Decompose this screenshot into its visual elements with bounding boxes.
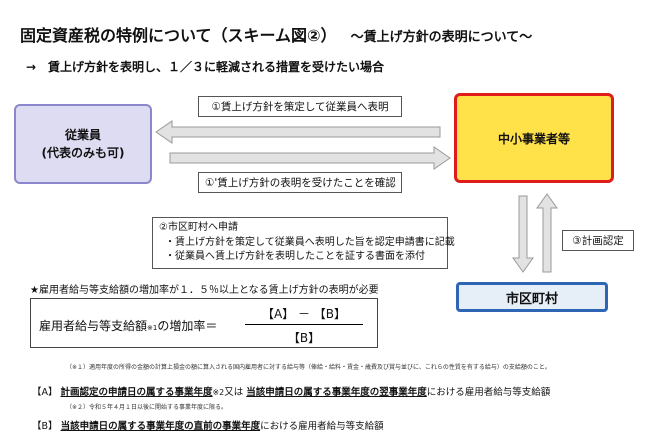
formula-numerator: 【A】 － 【B】: [261, 307, 347, 321]
employee-node: 従業員 (代表のみも可): [14, 104, 152, 184]
arrow-to-company-up: [536, 193, 558, 273]
definition-a: 【A】 計画認定の申請日の属する事業年度※2又は 当該申請日の属する事業年度の翌…: [32, 387, 551, 398]
formula-box: 雇用者給与等支給額※1の増加率＝ 【A】 － 【B】 【B】: [30, 298, 378, 348]
step2-title: ②市区町村へ申請: [159, 222, 238, 233]
city-label: 市区町村: [505, 291, 558, 307]
company-node: 中小事業者等: [454, 93, 614, 183]
step2-item: ・従業員へ賃上げ方針を表明したことを証する書面を添付: [165, 251, 425, 262]
page-subtitle: → 賃上げ方針を表明し、１／３に軽減される措置を受けたい場合: [26, 60, 385, 74]
page-title: 固定資産税の特例について（スキーム図②） ～賃上げ方針の表明について～: [20, 26, 533, 45]
employee-sublabel: (代表のみも可): [41, 146, 125, 160]
formula-label: 雇用者給与等支給額※1の増加率＝: [39, 319, 218, 333]
footnote-1: （※１）適用年度の所得の金額の計算上損金の額に算入される国内雇用者に対する給与等…: [66, 364, 551, 371]
step1-label: ①賃上げ方針を策定して従業員へ表明: [198, 96, 402, 117]
step1-confirm-label: ①'賃上げ方針の表明を受けたことを確認: [198, 172, 402, 193]
arrow-to-company: [169, 146, 451, 170]
company-label: 中小事業者等: [497, 131, 570, 146]
condition-note: ★雇用者給与等支給額の増加率が１．５％以上となる賃上げ方針の表明が必要: [30, 285, 379, 296]
footnote-mark: ※1: [147, 324, 158, 332]
fraction-line: [245, 324, 363, 325]
arrow-to-city: [512, 195, 534, 273]
page-title-suffix: ～賃上げ方針の表明について～: [350, 30, 533, 45]
step3-label: ③計画認定: [562, 230, 634, 251]
city-node: 市区町村: [456, 282, 608, 312]
arrow-to-employee: [155, 120, 441, 144]
step2-box: ②市区町村へ申請 ・賃上げ方針を策定して従業員へ表明した旨を認定申請書に記載 ・…: [152, 217, 455, 269]
employee-label: 従業員: [64, 128, 101, 142]
footnote-2: （※２）令和５年４月１日以後に開始する事業年度に限る。: [66, 404, 228, 411]
formula-denominator: 【B】: [287, 331, 321, 345]
definition-b: 【B】 当該申請日の属する事業年度の直前の事業年度における雇用者給与等支給額: [32, 421, 384, 432]
step2-item: ・賃上げ方針を策定して従業員へ表明した旨を認定申請書に記載: [165, 236, 455, 248]
